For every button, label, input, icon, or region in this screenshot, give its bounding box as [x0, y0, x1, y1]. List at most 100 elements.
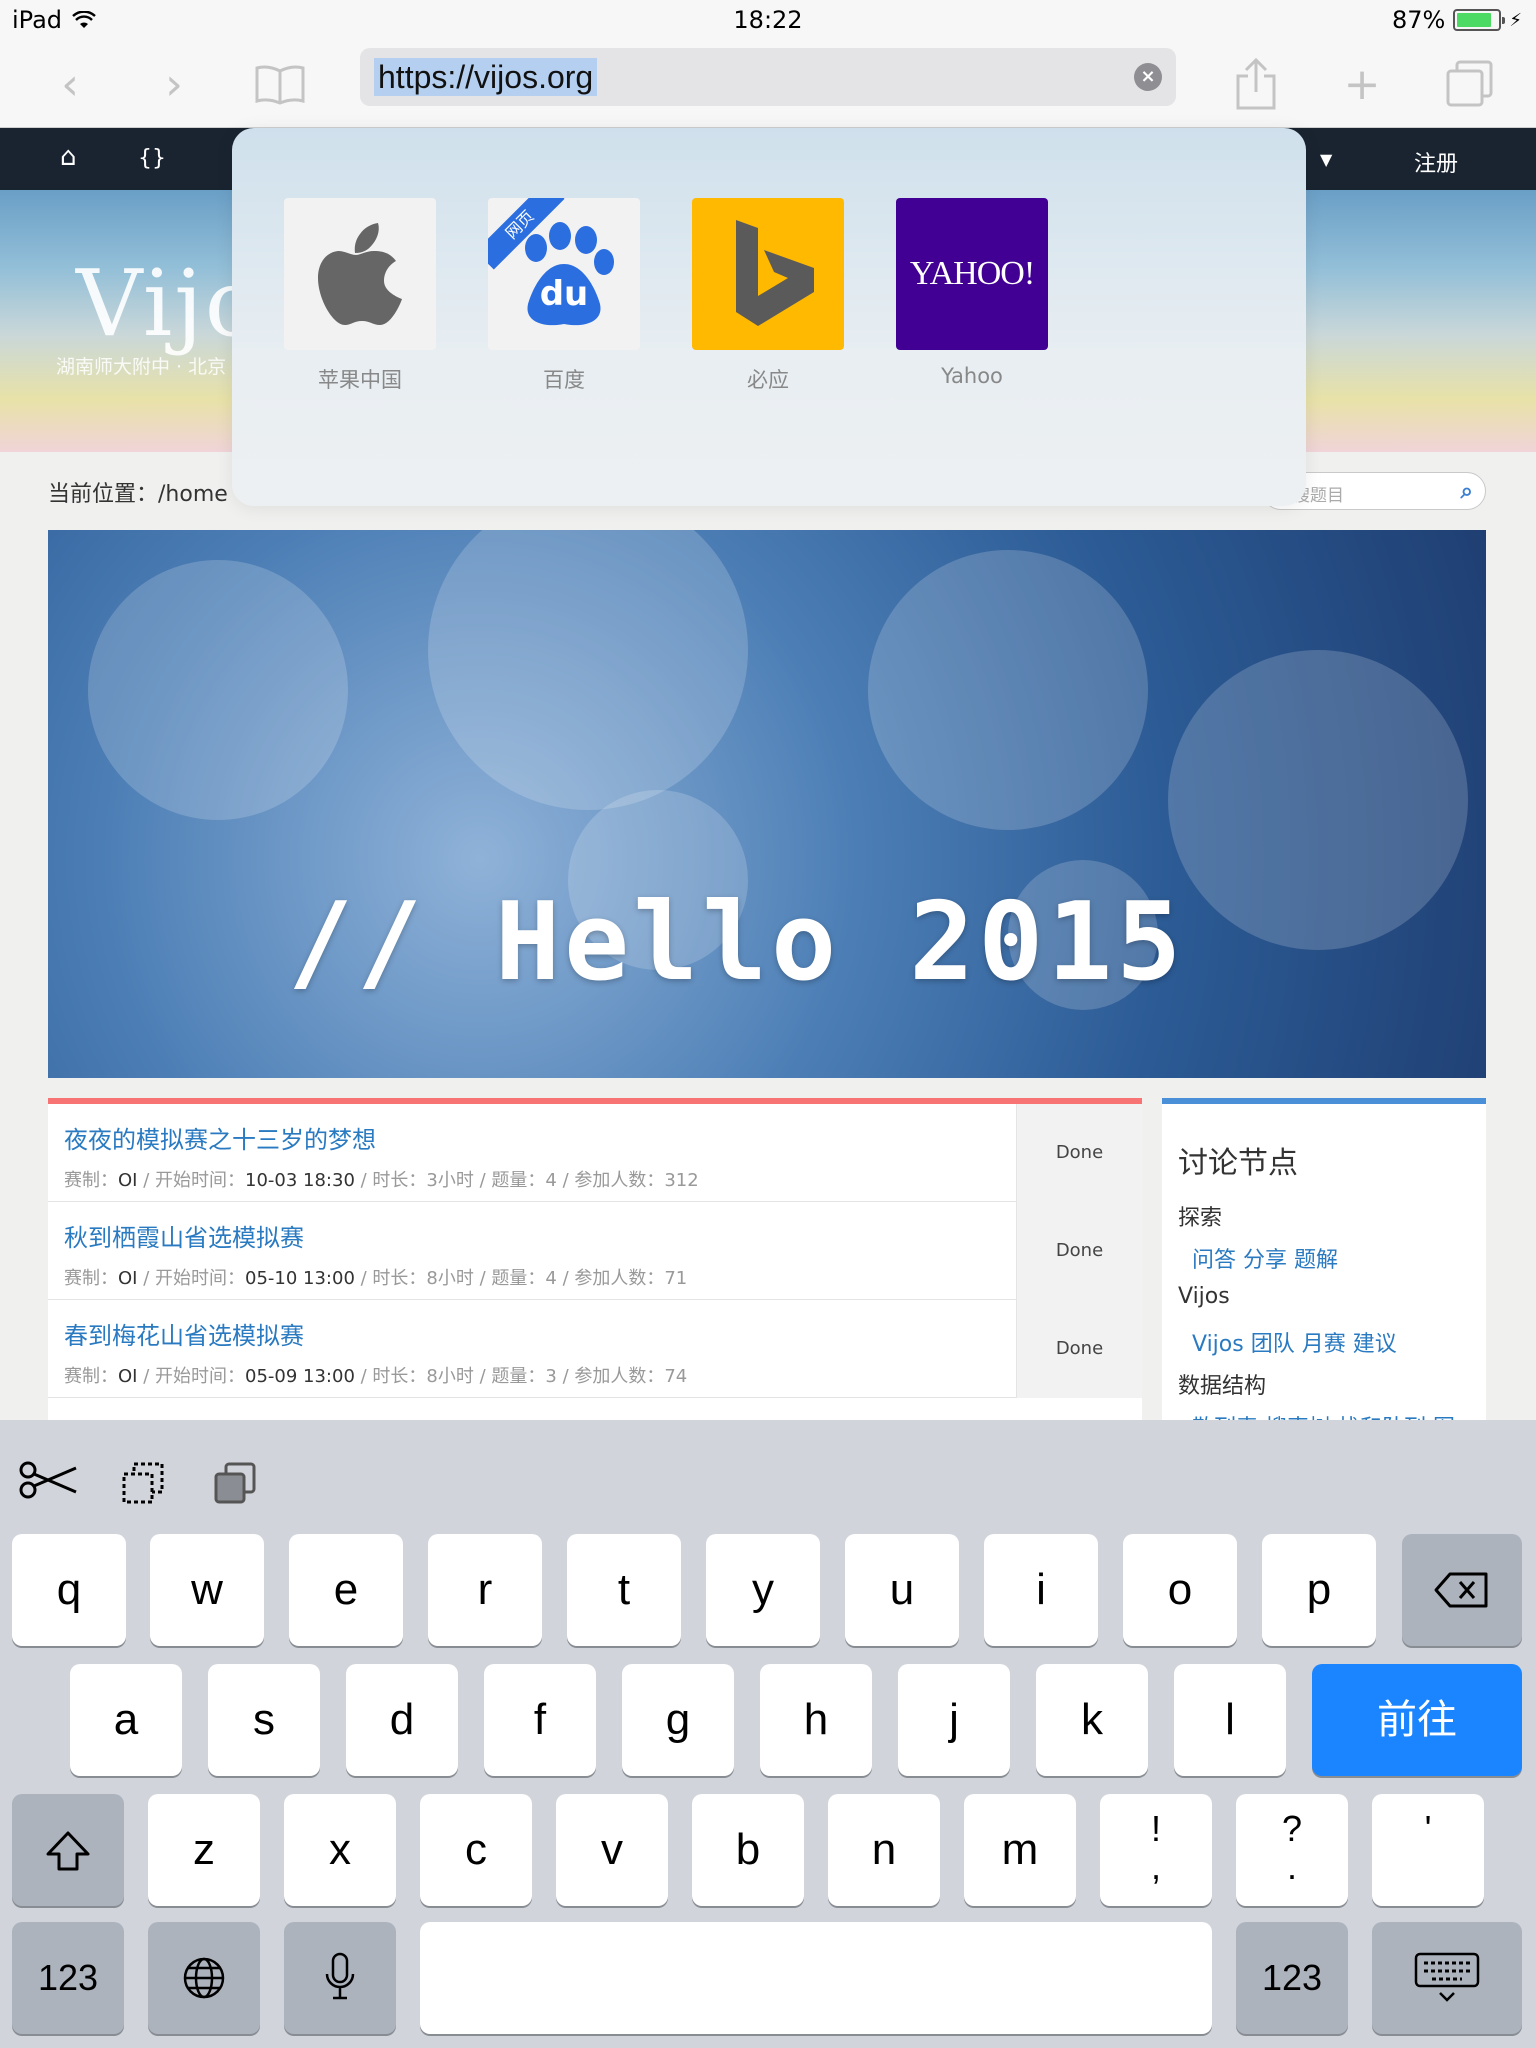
contest-meta: 赛制：OI / 开始时间：05-10 13:00 / 时长：8小时 / 题量：4…	[64, 1268, 688, 1289]
baidu-mark: du	[539, 274, 589, 314]
key-i[interactable]: i	[984, 1534, 1098, 1646]
favorite-label: 百度	[543, 368, 585, 392]
new-tab-icon[interactable]: +	[1332, 54, 1392, 114]
go-button[interactable]: 前往	[1312, 1664, 1522, 1776]
status-badge: Done	[1016, 1104, 1142, 1202]
key-g[interactable]: g	[622, 1664, 734, 1776]
key-w[interactable]: w	[150, 1534, 264, 1646]
discussion-links[interactable]: 散列表 搜索树 栈和队列 图	[1192, 1410, 1455, 1420]
key-z[interactable]: z	[148, 1794, 260, 1906]
backspace-icon	[1434, 1572, 1488, 1608]
space-bar[interactable]	[420, 1922, 1212, 2034]
list-item[interactable]: 秋到栖霞山省选模拟赛 赛制：OI / 开始时间：05-10 13:00 / 时长…	[48, 1202, 1142, 1300]
favorite-label: 必应	[747, 368, 789, 392]
keyboard-shortcuts	[0, 1420, 1536, 1532]
paste-icon[interactable]	[214, 1462, 256, 1508]
dictation-key[interactable]	[284, 1922, 396, 2034]
contest-meta: 赛制：OI / 开始时间：10-03 18:30 / 时长：3小时 / 题量：4…	[64, 1170, 699, 1191]
key-c[interactable]: c	[420, 1794, 532, 1906]
search-icon[interactable]: ⌕	[1461, 479, 1473, 504]
register-link[interactable]: 注册	[1414, 146, 1458, 178]
key-r[interactable]: r	[428, 1534, 542, 1646]
keyboard: q w e r t y u i o p a s d f g h j k l 前往…	[0, 1420, 1536, 2048]
key-y[interactable]: y	[706, 1534, 820, 1646]
status-right: 87% ⚡	[1392, 6, 1522, 34]
key-k[interactable]: k	[1036, 1664, 1148, 1776]
key-m[interactable]: m	[964, 1794, 1076, 1906]
key-exclaim[interactable]: !,	[1100, 1794, 1212, 1906]
key-f[interactable]: f	[484, 1664, 596, 1776]
key-v[interactable]: v	[556, 1794, 668, 1906]
chevron-down-icon[interactable]: ▼	[1320, 150, 1332, 169]
breadcrumb: 当前位置：/home	[48, 482, 228, 507]
key-q[interactable]: q	[12, 1534, 126, 1646]
key-x[interactable]: x	[284, 1794, 396, 1906]
numbers-key[interactable]: 123	[1236, 1922, 1348, 2034]
key-question[interactable]: ?.	[1236, 1794, 1348, 1906]
key-p[interactable]: p	[1262, 1534, 1376, 1646]
key-b[interactable]: b	[692, 1794, 804, 1906]
forward-icon[interactable]: ›	[144, 54, 204, 114]
contest-title[interactable]: 春到梅花山省选模拟赛	[64, 1316, 304, 1351]
code-icon[interactable]: {}	[138, 146, 166, 171]
status-badge: Done	[1016, 1202, 1142, 1300]
globe-icon	[183, 1957, 225, 1999]
list-item[interactable]: 春到梅花山省选模拟赛 赛制：OI / 开始时间：05-09 13:00 / 时长…	[48, 1300, 1142, 1398]
discussion-title: 讨论节点	[1178, 1146, 1298, 1181]
tabs-icon[interactable]	[1440, 54, 1500, 114]
discussion-links[interactable]: 问答 分享 题解	[1192, 1242, 1338, 1274]
key-s[interactable]: s	[208, 1664, 320, 1776]
key-o[interactable]: o	[1123, 1534, 1237, 1646]
copy-icon[interactable]	[122, 1462, 164, 1508]
banner-image[interactable]: // Hello 2015	[48, 530, 1486, 1078]
key-t[interactable]: t	[567, 1534, 681, 1646]
address-bar[interactable]: https://vijos.org ×	[360, 48, 1176, 106]
list-item[interactable]: 夜夜的模拟赛之十三岁的梦想 赛制：OI / 开始时间：10-03 18:30 /…	[48, 1104, 1142, 1202]
key-e[interactable]: e	[289, 1534, 403, 1646]
contest-title[interactable]: 秋到栖霞山省选模拟赛	[64, 1218, 304, 1253]
favorite-apple[interactable]: 苹果中国	[284, 198, 436, 394]
keyboard-dismiss-icon	[1414, 1952, 1480, 2002]
key-n[interactable]: n	[828, 1794, 940, 1906]
discussion-group: Vijos	[1178, 1284, 1230, 1309]
status-bar: iPad 18:22 87% ⚡	[0, 0, 1536, 40]
globe-key[interactable]	[148, 1922, 260, 2034]
bookmarks-icon[interactable]	[250, 54, 310, 114]
key-u[interactable]: u	[845, 1534, 959, 1646]
contest-title[interactable]: 夜夜的模拟赛之十三岁的梦想	[64, 1120, 376, 1155]
hide-keyboard-key[interactable]	[1372, 1922, 1522, 2034]
home-icon[interactable]: ⌂	[60, 142, 77, 172]
bing-logo-icon[interactable]	[692, 198, 844, 350]
favorite-baidu[interactable]: 网页 du 百度	[488, 198, 640, 394]
cut-icon[interactable]	[18, 1460, 78, 1504]
key-a[interactable]: a	[70, 1664, 182, 1776]
browser-toolbar: ‹ › https://vijos.org × +	[0, 40, 1536, 128]
url-text[interactable]: https://vijos.org	[374, 58, 598, 96]
banner-text: // Hello 2015	[288, 880, 1186, 1005]
discussion-links[interactable]: Vijos 团队 月赛 建议	[1192, 1326, 1397, 1358]
key-h[interactable]: h	[760, 1664, 872, 1776]
delete-key[interactable]	[1402, 1534, 1522, 1646]
yahoo-logo-icon[interactable]: YAHOO!	[896, 198, 1048, 350]
microphone-icon	[325, 1952, 355, 2000]
clear-icon[interactable]: ×	[1134, 63, 1162, 91]
apple-logo-icon[interactable]	[284, 198, 436, 350]
back-icon[interactable]: ‹	[40, 54, 100, 114]
key-j[interactable]: j	[898, 1664, 1010, 1776]
key-d[interactable]: d	[346, 1664, 458, 1776]
yahoo-mark: YAHOO!	[909, 255, 1035, 292]
discussion-group: 探索	[1178, 1206, 1223, 1231]
baidu-paw-icon[interactable]: 网页 du	[488, 198, 640, 350]
battery-percent: 87%	[1392, 6, 1446, 34]
numbers-key[interactable]: 123	[12, 1922, 124, 2034]
favorite-bing[interactable]: 必应	[692, 198, 844, 394]
discussion-group: 数据结构	[1178, 1374, 1267, 1399]
favorite-yahoo[interactable]: YAHOO! Yahoo	[896, 198, 1048, 388]
favorites-popover: 苹果中国 网页 du 百度 必应 YAHOO! Yahoo	[232, 128, 1306, 506]
key-l[interactable]: l	[1174, 1664, 1286, 1776]
shift-key[interactable]	[12, 1794, 124, 1906]
contest-meta: 赛制：OI / 开始时间：05-09 13:00 / 时长：8小时 / 题量：3…	[64, 1366, 688, 1387]
status-time: 18:22	[733, 6, 803, 34]
share-icon[interactable]	[1226, 54, 1286, 114]
key-apostrophe[interactable]: '	[1372, 1794, 1484, 1906]
